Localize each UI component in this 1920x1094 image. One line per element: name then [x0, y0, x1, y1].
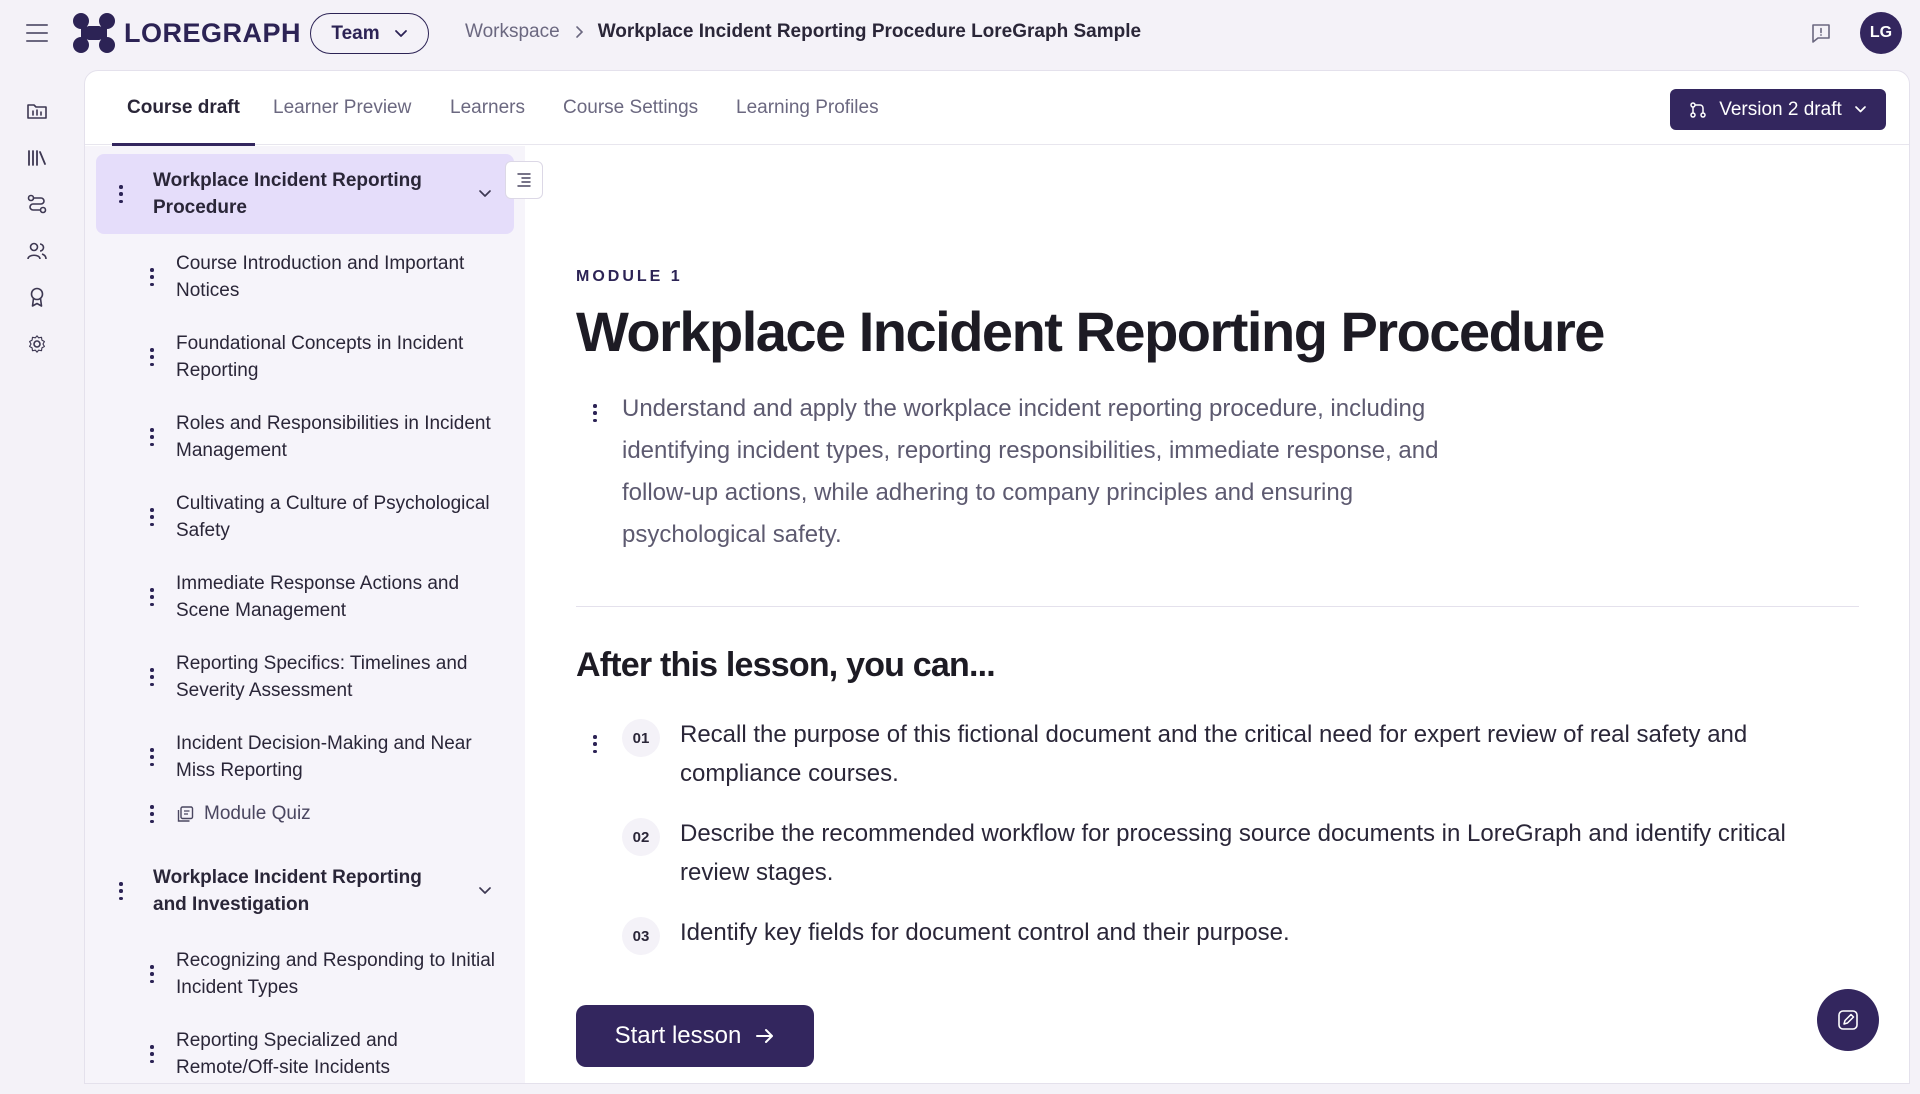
quiz-title: Module Quiz [204, 803, 311, 824]
lesson-item[interactable]: Cultivating a Culture of Psychological S… [85, 481, 525, 553]
tab-learners[interactable]: Learners [450, 71, 525, 145]
drag-handle-icon[interactable] [118, 882, 124, 900]
lesson-item[interactable]: Incident Decision-Making and Near Miss R… [85, 721, 525, 793]
module-item[interactable]: Workplace Incident Reporting Procedure [96, 154, 514, 234]
drag-handle-icon[interactable] [149, 348, 155, 366]
objectives-heading: After this lesson, you can... [576, 646, 996, 684]
logo[interactable]: LOREGRAPH [72, 12, 301, 54]
objective-number: 03 [622, 917, 660, 955]
top-right-actions: LG [1810, 12, 1902, 54]
collapse-outline-button[interactable] [505, 161, 543, 199]
top-bar: LOREGRAPH Team Workspace Workplace Incid… [0, 0, 1920, 66]
tab-course-settings[interactable]: Course Settings [563, 71, 698, 145]
lesson-title: Cultivating a Culture of Psychological S… [176, 493, 490, 541]
drag-handle-icon[interactable] [149, 428, 155, 446]
lesson-title: Recognizing and Responding to Initial In… [176, 950, 495, 998]
tab-bar: Course draft Learner Preview Learners Co… [85, 71, 1909, 146]
lesson-title: Incident Decision-Making and Near Miss R… [176, 733, 472, 781]
module-eyebrow: MODULE 1 [576, 268, 683, 285]
objective-number: 01 [622, 719, 660, 757]
users-icon[interactable] [24, 238, 50, 264]
drag-handle-icon[interactable] [149, 965, 155, 983]
divider [576, 606, 1859, 607]
avatar[interactable]: LG [1860, 12, 1902, 54]
breadcrumb-workspace[interactable]: Workspace [465, 21, 560, 43]
settings-icon[interactable] [24, 331, 50, 357]
objective-text: Recall the purpose of this fictional doc… [680, 721, 1748, 787]
drag-handle-icon[interactable] [149, 588, 155, 606]
module-title: Workplace Incident Reporting and Investi… [153, 867, 422, 915]
team-label: Team [331, 22, 380, 44]
tab-course-draft[interactable]: Course draft [112, 71, 255, 146]
lesson-item[interactable]: Course Introduction and Important Notice… [85, 241, 525, 313]
chevron-right-icon [575, 26, 583, 38]
lesson-item[interactable]: Reporting Specialized and Remote/Off-sit… [85, 1018, 525, 1083]
chevron-down-icon [1854, 106, 1866, 113]
lesson-title: Reporting Specialized and Remote/Off-sit… [176, 1030, 398, 1078]
lesson-title: Foundational Concepts in Incident Report… [176, 333, 464, 381]
course-outline: Workplace Incident Reporting Procedure C… [85, 146, 525, 1083]
lesson-item[interactable]: Foundational Concepts in Incident Report… [85, 321, 525, 393]
version-label: Version 2 draft [1719, 98, 1842, 120]
drag-handle-icon[interactable] [118, 185, 124, 203]
lesson-title: Reporting Specifics: Timelines and Sever… [176, 653, 468, 701]
lesson-title: Immediate Response Actions and Scene Man… [176, 573, 460, 621]
chevron-down-icon[interactable] [478, 886, 492, 896]
tab-learner-preview[interactable]: Learner Preview [273, 71, 411, 145]
drag-handle-icon[interactable] [149, 1045, 155, 1063]
drag-handle-icon[interactable] [149, 805, 155, 823]
lesson-item[interactable]: Recognizing and Responding to Initial In… [85, 938, 525, 1010]
chevron-down-icon[interactable] [478, 189, 492, 199]
courses-icon[interactable] [24, 98, 50, 124]
start-lesson-label: Start lesson [614, 1022, 742, 1049]
feedback-icon[interactable] [1810, 22, 1832, 44]
edit-fab-button[interactable] [1817, 989, 1879, 1051]
team-dropdown[interactable]: Team [310, 13, 429, 54]
lesson-item[interactable]: Reporting Specifics: Timelines and Sever… [85, 641, 525, 713]
breadcrumb-current: Workplace Incident Reporting Procedure L… [597, 21, 1142, 42]
drag-handle-icon[interactable] [149, 268, 155, 286]
drag-handle-icon[interactable] [592, 735, 598, 753]
start-lesson-button[interactable]: Start lesson [576, 1005, 814, 1067]
logo-text: LOREGRAPH [124, 17, 302, 48]
quiz-item[interactable]: Module Quiz [85, 794, 525, 834]
page-title: Workplace Incident Reporting Procedure [576, 300, 1605, 363]
lesson-title: Roles and Responsibilities in Incident M… [176, 413, 491, 461]
course-editor: Course draft Learner Preview Learners Co… [84, 70, 1910, 1084]
menu-icon[interactable] [24, 22, 50, 44]
lesson-item[interactable]: Immediate Response Actions and Scene Man… [85, 561, 525, 633]
lesson-title: Course Introduction and Important Notice… [176, 253, 465, 301]
logo-mark-icon [73, 13, 115, 53]
badge-icon[interactable] [24, 284, 50, 310]
chevron-down-icon [394, 29, 407, 37]
outline-icon [517, 173, 531, 187]
lesson-item[interactable]: Roles and Responsibilities in Incident M… [85, 401, 525, 473]
version-dropdown[interactable]: Version 2 draft [1670, 89, 1886, 130]
branch-icon [1690, 101, 1706, 118]
quiz-icon [177, 806, 194, 822]
drag-handle-icon[interactable] [149, 748, 155, 766]
edit-icon [1838, 1010, 1858, 1030]
breadcrumb: Workspace Workplace Incident Reporting P… [465, 21, 1141, 43]
drag-handle-icon[interactable] [149, 668, 155, 686]
drag-handle-icon[interactable] [592, 404, 598, 422]
module-description: Understand and apply the workplace incid… [622, 395, 1439, 548]
arrow-right-icon [756, 1029, 774, 1043]
module-title: Workplace Incident Reporting Procedure [153, 170, 422, 218]
drag-handle-icon[interactable] [149, 508, 155, 526]
module-item[interactable]: Workplace Incident Reporting and Investi… [96, 851, 514, 931]
pathways-icon[interactable] [24, 191, 50, 217]
objective-number: 02 [622, 818, 660, 856]
objective-text: Describe the recommended workflow for pr… [680, 820, 1786, 886]
objective-text: Identify key fields for document control… [680, 919, 1290, 946]
library-icon[interactable] [24, 145, 50, 171]
tab-learning-profiles[interactable]: Learning Profiles [736, 71, 879, 145]
